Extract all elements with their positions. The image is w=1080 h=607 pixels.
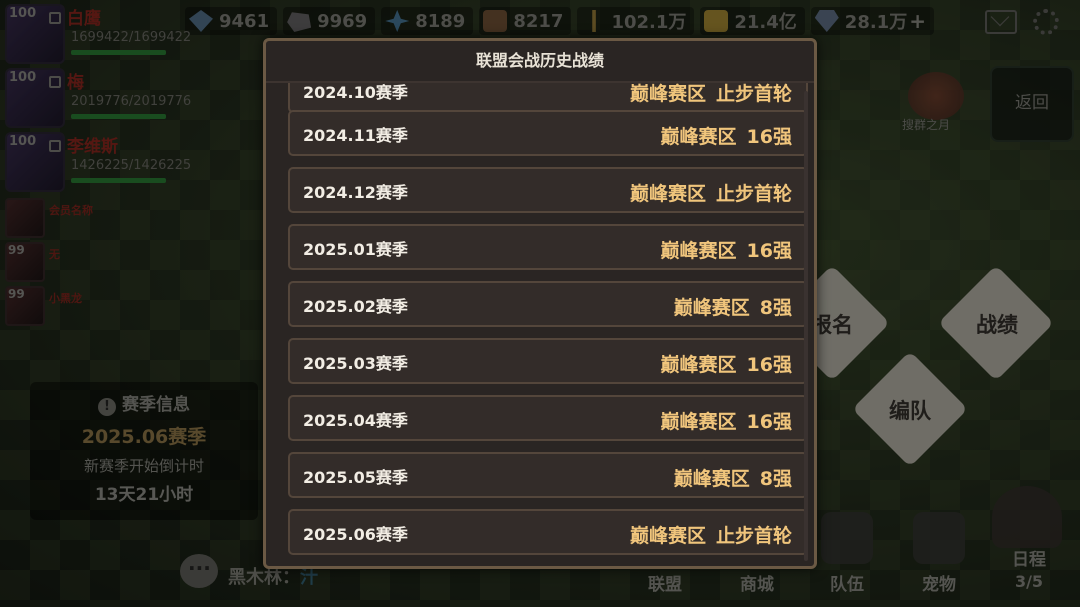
record-zone: 巅峰赛区 [660,411,737,433]
record-row: 2025.06赛季 巅峰赛区 止步首轮 [288,509,808,555]
record-result: 巅峰赛区 止步首轮 [630,521,792,548]
record-result: 巅峰赛区 8强 [674,464,792,491]
record-outcome: 止步首轮 [715,525,792,547]
record-row-partial: 2024.10赛季 巅峰赛区 止步首轮 [288,83,808,113]
record-season: 2025.05赛季 [303,468,408,487]
dialog-title: 联盟会战历史战绩 [266,41,814,83]
record-zone: 巅峰赛区 [629,83,706,105]
record-zone: 巅峰赛区 [629,525,706,547]
record-zone: 巅峰赛区 [660,354,737,376]
record-outcome: 止步首轮 [715,183,792,205]
record-list[interactable]: 2024.10赛季 巅峰赛区 止步首轮 2024.11赛季 巅峰赛区 16强 2024.… [286,83,810,569]
record-season: 2025.01赛季 [303,240,408,259]
record-outcome: 16强 [746,126,792,148]
record-row: 2024.12赛季 巅峰赛区 止步首轮 [288,167,808,213]
record-season: 2024.11赛季 [303,126,408,145]
record-result: 巅峰赛区 16强 [661,236,792,263]
record-zone: 巅峰赛区 [660,126,737,148]
record-result: 巅峰赛区 止步首轮 [630,83,792,106]
record-zone: 巅峰赛区 [673,297,750,319]
record-outcome: 8强 [759,468,792,490]
record-outcome: 16强 [746,354,792,376]
record-outcome: 16强 [746,411,792,433]
record-result: 巅峰赛区 16强 [661,122,792,149]
record-season: 2024.12赛季 [303,183,408,202]
record-season: 2025.03赛季 [303,354,408,373]
record-outcome: 16强 [746,240,792,262]
history-record-dialog: 联盟会战历史战绩 2024.10赛季 巅峰赛区 止步首轮 2024.11赛季 巅峰赛… [263,38,817,569]
record-season: 2025.02赛季 [303,297,408,316]
record-result: 巅峰赛区 16强 [661,407,792,434]
record-outcome: 止步首轮 [715,83,792,105]
record-result: 巅峰赛区 16强 [661,350,792,377]
scrollbar[interactable] [804,91,808,561]
record-zone: 巅峰赛区 [673,468,750,490]
record-result: 巅峰赛区 8强 [674,293,792,320]
record-row: 2025.02赛季 巅峰赛区 8强 [288,281,808,327]
record-row: 2024.11赛季 巅峰赛区 16强 [288,110,808,156]
record-row: 2025.03赛季 巅峰赛区 16强 [288,338,808,384]
record-result: 巅峰赛区 止步首轮 [630,179,792,206]
record-zone: 巅峰赛区 [660,240,737,262]
record-season: 2025.06赛季 [303,525,408,544]
record-season: 2024.10赛季 [303,83,408,102]
record-zone: 巅峰赛区 [629,183,706,205]
record-season: 2025.04赛季 [303,411,408,430]
record-outcome: 8强 [759,297,792,319]
record-row: 2025.04赛季 巅峰赛区 16强 [288,395,808,441]
record-row: 2025.01赛季 巅峰赛区 16强 [288,224,808,270]
record-row: 2025.05赛季 巅峰赛区 8强 [288,452,808,498]
